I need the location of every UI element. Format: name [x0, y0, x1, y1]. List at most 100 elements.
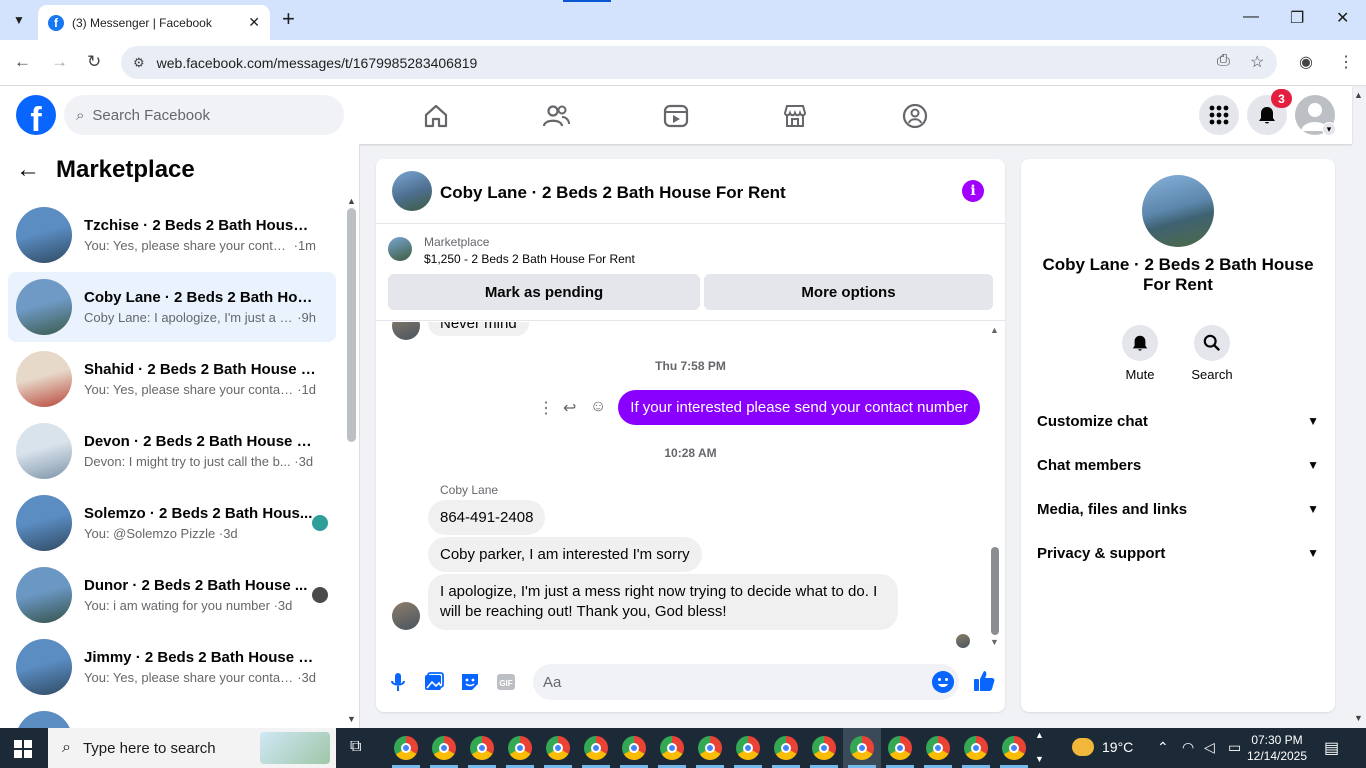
page-scroll-down-icon[interactable]: ▼ [1354, 713, 1363, 723]
mute-action[interactable]: Mute [1110, 325, 1170, 382]
site-info-icon[interactable]: ⚙ [133, 55, 145, 71]
mute-bell-icon[interactable] [1122, 325, 1158, 361]
like-thumb-icon[interactable] [972, 669, 996, 693]
info-avatar[interactable] [1142, 175, 1214, 247]
page-scroll-up-icon[interactable]: ▲ [1354, 90, 1363, 100]
conversation-item[interactable]: Coby Lane · 2 Beds 2 Bath Hous... Coby La… [8, 272, 336, 342]
restore-icon[interactable]: ❐ [1290, 8, 1304, 28]
menu-grid-icon[interactable] [1199, 95, 1239, 135]
friends-icon[interactable] [542, 102, 570, 130]
facebook-search-box[interactable]: ⌕ Search Facebook [64, 95, 344, 135]
chrome-taskbar-icon[interactable] [1002, 736, 1026, 760]
new-tab-button[interactable]: + [282, 8, 295, 30]
message-bubble-outgoing[interactable]: If your interested please send your cont… [618, 390, 980, 425]
chat-scroll-up-icon[interactable]: ▲ [990, 325, 999, 335]
conversation-item[interactable]: Jimmy · 2 Beds 2 Bath House Fo... You: Ye… [8, 632, 336, 702]
address-bar[interactable]: ⚙ web.facebook.com/messages/t/1679985283… [121, 46, 1277, 79]
chrome-taskbar-icon[interactable] [394, 736, 418, 760]
forward-arrow-icon[interactable]: → [51, 52, 68, 72]
chat-members-section[interactable]: Chat members ▼ [1037, 445, 1319, 485]
facebook-search-placeholder[interactable]: Search Facebook [92, 107, 210, 124]
sticker-icon[interactable] [459, 671, 481, 693]
chat-scrollbar[interactable] [991, 547, 999, 635]
tray-chevron-up-icon[interactable]: ⌃ [1157, 739, 1169, 756]
sidebar-scroll-up-icon[interactable]: ▲ [347, 196, 356, 206]
chrome-taskbar-icon[interactable] [584, 736, 608, 760]
chrome-taskbar-icon[interactable] [964, 736, 988, 760]
reload-icon[interactable]: ↻ [87, 52, 101, 72]
conversation-item[interactable]: Solemzo · 2 Beds 2 Bath Hous... You: @Sol… [8, 488, 336, 558]
chrome-taskbar-icon[interactable] [622, 736, 646, 760]
message-bubble-incoming[interactable]: Coby parker, I am interested I'm sorry [428, 537, 702, 572]
search-action[interactable]: Search [1182, 325, 1242, 382]
install-app-icon[interactable]: ⎙ [1217, 52, 1230, 70]
info-icon[interactable]: i [962, 180, 984, 202]
chrome-taskbar-icon[interactable] [812, 736, 836, 760]
mark-as-pending-button[interactable]: Mark as pending [388, 274, 700, 310]
system-clock[interactable]: 07:30 PM 12/14/2025 [1244, 732, 1310, 764]
wifi-icon[interactable]: ◠ [1182, 739, 1194, 756]
chat-scroll-down-icon[interactable]: ▼ [990, 637, 999, 647]
task-view-icon[interactable]: ⧉ [350, 738, 361, 756]
window-close-icon[interactable]: ✕ [1336, 8, 1349, 28]
react-emoji-icon[interactable]: ☺ [590, 398, 606, 416]
chrome-taskbar-icon[interactable] [736, 736, 760, 760]
sidebar-scrollbar[interactable] [347, 208, 356, 442]
volume-icon[interactable]: ◁ [1204, 739, 1215, 756]
message-input[interactable] [533, 664, 959, 700]
marketplace-icon[interactable] [781, 102, 809, 130]
chrome-taskbar-icon[interactable] [698, 736, 722, 760]
chat-title[interactable]: Coby Lane · 2 Beds 2 Bath House For Rent [440, 183, 786, 203]
video-icon[interactable] [662, 102, 690, 130]
chat-avatar[interactable] [392, 171, 432, 211]
profile-icon[interactable]: ◉ [1299, 52, 1313, 72]
browser-tab-messenger[interactable]: f (3) Messenger | Facebook ✕ [38, 5, 270, 40]
taskbar-search-box[interactable]: ⌕ Type here to search [48, 728, 336, 768]
message-bubble-incoming[interactable]: 864-491-2408 [428, 500, 546, 535]
facebook-logo-icon[interactable]: f [16, 95, 56, 135]
chrome-taskbar-icon[interactable] [926, 736, 950, 760]
message-bubble-incoming[interactable]: I apologize, I'm just a mess right now t… [428, 574, 898, 630]
chrome-taskbar-icon[interactable] [850, 736, 874, 760]
chrome-taskbar-icon[interactable] [470, 736, 494, 760]
conversation-item[interactable]: Harmony · 2 Beds 2 Bath House ... [8, 704, 336, 728]
chrome-taskbar-icon[interactable] [508, 736, 532, 760]
minimize-icon[interactable]: — [1243, 8, 1259, 26]
home-icon[interactable] [422, 102, 450, 130]
conversation-item[interactable]: Dunor · 2 Beds 2 Bath House ... You: i am… [8, 560, 336, 630]
customize-chat-section[interactable]: Customize chat ▼ [1037, 401, 1319, 441]
battery-icon[interactable]: ▭ [1228, 739, 1241, 756]
action-center-icon[interactable]: ▤ [1324, 738, 1339, 758]
chrome-taskbar-icon[interactable] [432, 736, 456, 760]
conversation-item[interactable]: Tzchise · 2 Beds 2 Bath House F... You: Y… [8, 200, 336, 270]
media-files-links-section[interactable]: Media, files and links ▼ [1037, 489, 1319, 529]
browser-menu-icon[interactable]: ⋮ [1338, 52, 1354, 72]
groups-icon[interactable] [901, 102, 929, 130]
reply-icon[interactable]: ↩ [563, 398, 576, 418]
conversation-item[interactable]: Shahid · 2 Beds 2 Bath House Fo... You: Y… [8, 344, 336, 414]
url-text[interactable]: web.facebook.com/messages/t/167998528340… [157, 55, 478, 71]
more-actions-icon[interactable]: ⋮ [538, 398, 554, 418]
listing-thumbnail[interactable] [388, 237, 412, 261]
chrome-taskbar-icon[interactable] [546, 736, 570, 760]
gif-icon[interactable]: GIF [495, 671, 517, 693]
microphone-icon[interactable] [387, 671, 409, 693]
tab-close-icon[interactable]: ✕ [248, 14, 260, 31]
back-arrow-icon[interactable]: ← [14, 52, 31, 72]
tab-search-chevron-icon[interactable]: ▼ [7, 8, 31, 32]
taskbar-search-placeholder[interactable]: Type here to search [83, 740, 216, 757]
chrome-taskbar-icon[interactable] [888, 736, 912, 760]
emoji-icon[interactable] [932, 671, 954, 693]
chrome-taskbar-icon[interactable] [660, 736, 684, 760]
windows-start-icon[interactable] [14, 740, 32, 758]
sidebar-scroll-down-icon[interactable]: ▼ [347, 714, 356, 724]
photo-icon[interactable] [423, 671, 445, 693]
search-icon[interactable] [1194, 325, 1230, 361]
chrome-taskbar-icon[interactable] [774, 736, 798, 760]
taskbar-scroll-down-icon[interactable]: ▼ [1035, 754, 1044, 764]
back-arrow-icon[interactable]: ← [16, 156, 40, 184]
more-options-button[interactable]: More options [704, 274, 993, 310]
listing-title[interactable]: $1,250 - 2 Beds 2 Bath House For Rent [424, 252, 635, 266]
taskbar-scroll-up-icon[interactable]: ▲ [1035, 730, 1044, 740]
bookmark-star-icon[interactable]: ☆ [1250, 52, 1264, 72]
